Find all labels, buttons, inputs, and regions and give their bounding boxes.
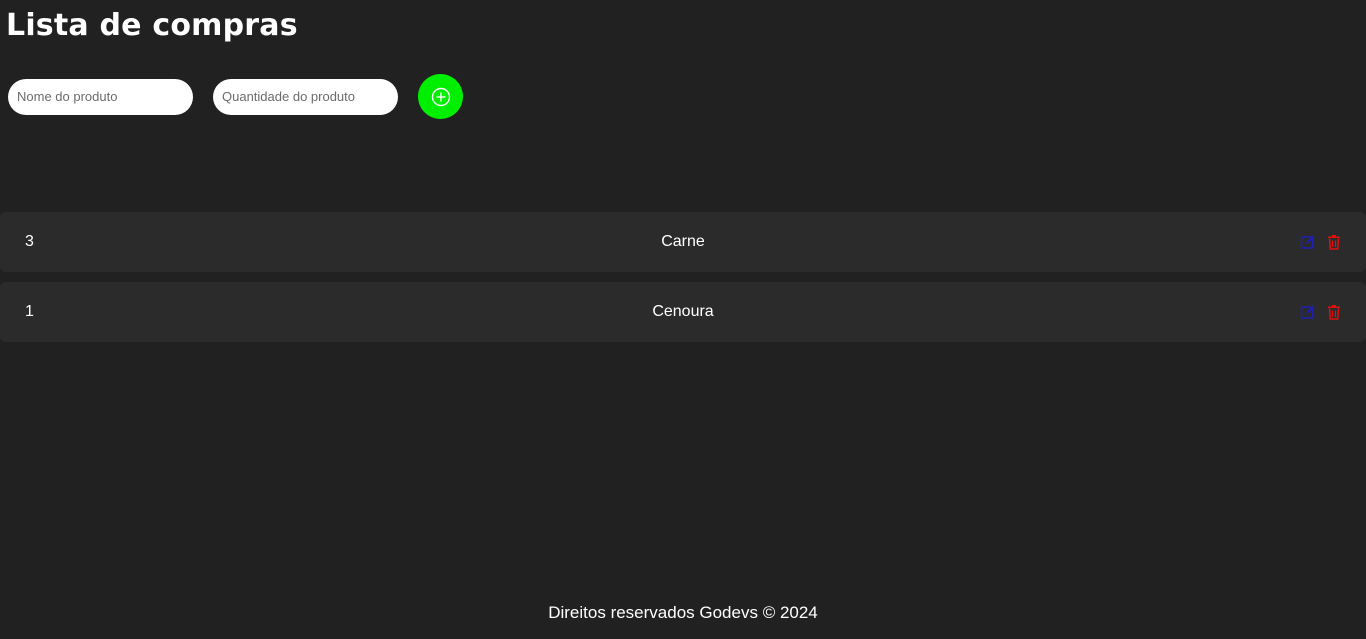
edit-icon <box>1300 305 1315 319</box>
edit-item-button[interactable] <box>1298 233 1318 251</box>
page-title: Lista de compras <box>6 8 298 43</box>
product-quantity-input[interactable] <box>213 78 398 115</box>
edit-icon <box>1300 235 1315 249</box>
item-quantity: 3 <box>25 233 34 250</box>
footer-copyright: Direitos reservados Godevs © 2024 <box>548 603 818 622</box>
add-item-form <box>8 74 463 119</box>
list-item: 1 Cenoura <box>0 282 1366 342</box>
delete-item-button[interactable] <box>1324 303 1344 321</box>
item-quantity: 1 <box>25 303 34 320</box>
list-item: 3 Carne <box>0 212 1366 272</box>
shopping-list: 3 Carne 1 Cenoura <box>0 212 1366 352</box>
plus-circle-icon <box>431 87 450 106</box>
item-name: Cenoura <box>652 303 714 320</box>
product-name-input[interactable] <box>8 78 193 115</box>
edit-item-button[interactable] <box>1298 303 1318 321</box>
add-item-button[interactable] <box>418 74 463 119</box>
item-actions <box>1298 233 1344 251</box>
trash-icon <box>1328 235 1340 250</box>
item-name: Carne <box>661 233 705 250</box>
trash-icon <box>1328 305 1340 320</box>
item-actions <box>1298 303 1344 321</box>
delete-item-button[interactable] <box>1324 233 1344 251</box>
